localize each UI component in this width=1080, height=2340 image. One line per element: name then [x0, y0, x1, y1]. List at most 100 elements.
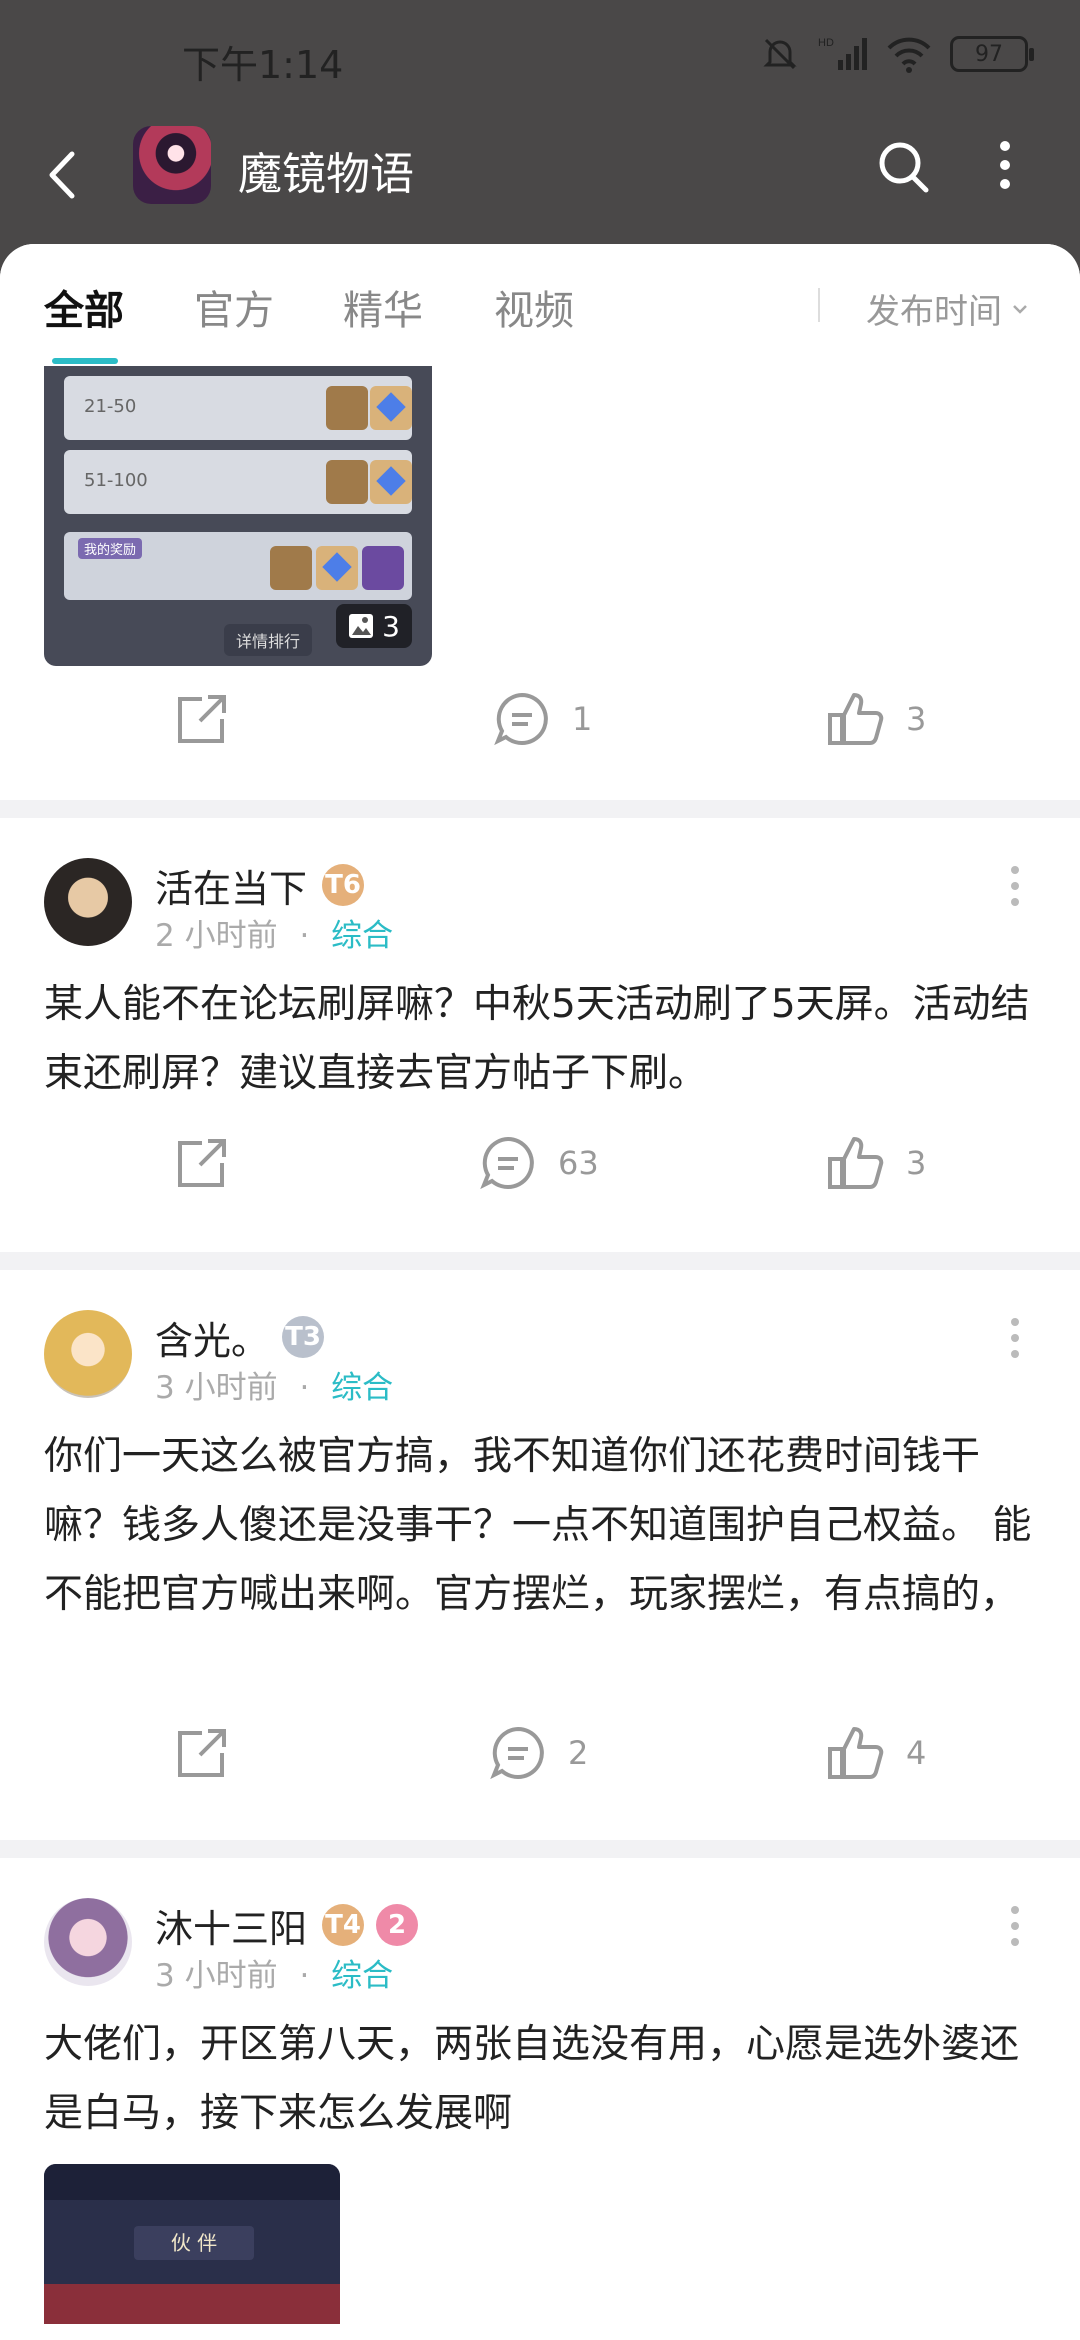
search-icon	[879, 142, 929, 193]
post-category[interactable]: 综合	[331, 1958, 393, 1994]
post-card[interactable]: 21-50 51-100 我的奖励 详情排行 3 1 3	[0, 366, 1080, 800]
post-divider	[0, 800, 1080, 818]
svg-text:HD: HD	[818, 37, 834, 49]
level-badge: T3	[282, 1316, 324, 1358]
rank-badge: 2	[376, 1904, 418, 1946]
rank-range: 21-50	[84, 396, 137, 417]
post-divider	[0, 1840, 1080, 1858]
comment-button[interactable]: 63	[478, 1118, 599, 1208]
username[interactable]: 沐十三阳	[155, 1898, 307, 1953]
more-vertical-icon[interactable]	[1000, 1310, 1030, 1370]
thumbs-up-icon	[828, 693, 884, 745]
post-time: 2 小时前	[155, 918, 278, 954]
thumbs-up-icon	[828, 1137, 884, 1189]
back-button[interactable]	[40, 140, 120, 220]
partner-label: 伙 伴	[134, 2226, 254, 2260]
post-actions: 63 3	[0, 1118, 1080, 1208]
like-button[interactable]: 3	[826, 674, 926, 764]
status-bar: 下午1:14 HD 97	[0, 0, 1080, 120]
scroll-item-icon	[326, 386, 368, 430]
tab-bar: 全部 官方 精华 视频 发布时间	[0, 244, 1080, 366]
share-button[interactable]	[172, 1118, 232, 1208]
rank-range: 51-100	[84, 470, 148, 491]
share-button[interactable]	[172, 1708, 232, 1798]
game-topbar	[44, 2164, 340, 2200]
more-vertical-icon[interactable]	[1000, 858, 1030, 918]
post-text[interactable]: 某人能不在论坛刷屏嘛？中秋5天活动刷了5天屏。活动结束还刷屏？建议直接去官方帖子…	[44, 970, 1044, 1108]
post-card[interactable]: 活在当下 T6 2 小时前 · 综合 某人能不在论坛刷屏嘛？中秋5天活动刷了5天…	[0, 818, 1080, 1252]
comment-count: 63	[558, 1144, 599, 1182]
back-arrow-icon	[49, 151, 75, 199]
post-time: 3 小时前	[155, 1370, 278, 1406]
comment-count: 2	[568, 1734, 589, 1772]
like-count: 3	[906, 1144, 927, 1182]
like-button[interactable]: 4	[826, 1708, 926, 1798]
mute-bell-icon	[763, 38, 797, 70]
search-button[interactable]	[872, 136, 936, 200]
comment-icon	[490, 1726, 544, 1780]
post-meta: 2 小时前 · 综合	[155, 918, 394, 954]
post-actions: 2 4	[0, 1708, 1080, 1798]
rank-detail-button: 详情排行	[224, 624, 313, 656]
my-reward-label: 我的奖励	[78, 538, 143, 559]
status-icons: HD 97	[760, 34, 1034, 74]
share-button[interactable]	[172, 674, 232, 764]
content-panel: 全部 官方 精华 视频 发布时间 21-50 51-100 我的奖励 详情排行 …	[0, 244, 1080, 2340]
avatar[interactable]	[44, 1898, 132, 1986]
post-category[interactable]: 综合	[331, 918, 393, 954]
sort-dropdown[interactable]: 发布时间	[866, 284, 1030, 333]
battery-icon: 97	[950, 36, 1034, 72]
active-tab-indicator	[52, 358, 118, 364]
wifi-icon	[887, 37, 931, 73]
my-reward-row: 我的奖励	[64, 532, 412, 600]
nav-bar: 魔镜物语	[0, 120, 1080, 240]
tab-featured[interactable]: 精华	[343, 278, 423, 336]
tab-video[interactable]: 视频	[494, 278, 574, 336]
comment-icon	[494, 692, 548, 746]
post-text[interactable]: 你们一天这么被官方搞，我不知道你们还花费时间钱干嘛？钱多人傻还是没事干？一点不知…	[44, 1422, 1044, 1629]
more-button[interactable]	[990, 136, 1020, 200]
diamond-icon	[370, 460, 412, 504]
avatar[interactable]	[44, 1310, 132, 1398]
thumbs-up-icon	[828, 1727, 884, 1779]
post-card[interactable]: 沐十三阳 T4 2 3 小时前 · 综合 大佬们，开区第八天，两张自选没有用，心…	[0, 1858, 1080, 2340]
battery-level: 97	[975, 41, 1003, 67]
image-count-badge: 3	[336, 604, 412, 648]
avatar[interactable]	[44, 858, 132, 946]
diamond-icon	[370, 386, 412, 430]
post-time: 3 小时前	[155, 1958, 278, 1994]
post-divider	[0, 1252, 1080, 1270]
app-icon[interactable]	[133, 126, 211, 204]
signal-icon: HD	[818, 37, 867, 70]
moon-item-icon	[362, 546, 404, 590]
more-vertical-icon	[1000, 141, 1010, 189]
comment-icon	[480, 1136, 534, 1190]
level-badge: T6	[322, 864, 364, 906]
post-category[interactable]: 综合	[331, 1370, 393, 1406]
tab-official[interactable]: 官方	[194, 278, 274, 336]
sort-label: 发布时间	[866, 292, 1002, 332]
username[interactable]: 含光。	[155, 1310, 269, 1365]
tab-all[interactable]: 全部	[44, 278, 124, 336]
post-image[interactable]: 伙 伴	[44, 2164, 340, 2324]
level-badge: T4	[322, 1904, 364, 1946]
sort-divider	[818, 288, 820, 322]
status-time: 下午1:14	[182, 43, 344, 87]
comment-button[interactable]: 1	[492, 674, 592, 764]
image-icon	[349, 614, 374, 638]
reward-row: 21-50	[64, 376, 412, 440]
scroll-item-icon	[326, 460, 368, 504]
post-feed: 21-50 51-100 我的奖励 详情排行 3 1 3 活在当下 T6 2 小…	[0, 366, 1080, 2340]
like-count: 3	[906, 700, 927, 738]
like-button[interactable]: 3	[826, 1118, 926, 1208]
post-image[interactable]: 21-50 51-100 我的奖励 详情排行 3	[44, 366, 432, 666]
diamond-icon	[316, 546, 358, 590]
post-text[interactable]: 大佬们，开区第八天，两张自选没有用，心愿是选外婆还是白马，接下来怎么发展啊	[44, 2010, 1044, 2148]
game-cards-row	[44, 2284, 340, 2324]
share-icon	[178, 1139, 226, 1187]
like-count: 4	[906, 1734, 927, 1772]
more-vertical-icon[interactable]	[1000, 1898, 1030, 1958]
username[interactable]: 活在当下	[155, 858, 307, 913]
post-card[interactable]: 含光。 T3 3 小时前 · 综合 你们一天这么被官方搞，我不知道你们还花费时间…	[0, 1270, 1080, 1840]
comment-button[interactable]: 2	[488, 1708, 588, 1798]
